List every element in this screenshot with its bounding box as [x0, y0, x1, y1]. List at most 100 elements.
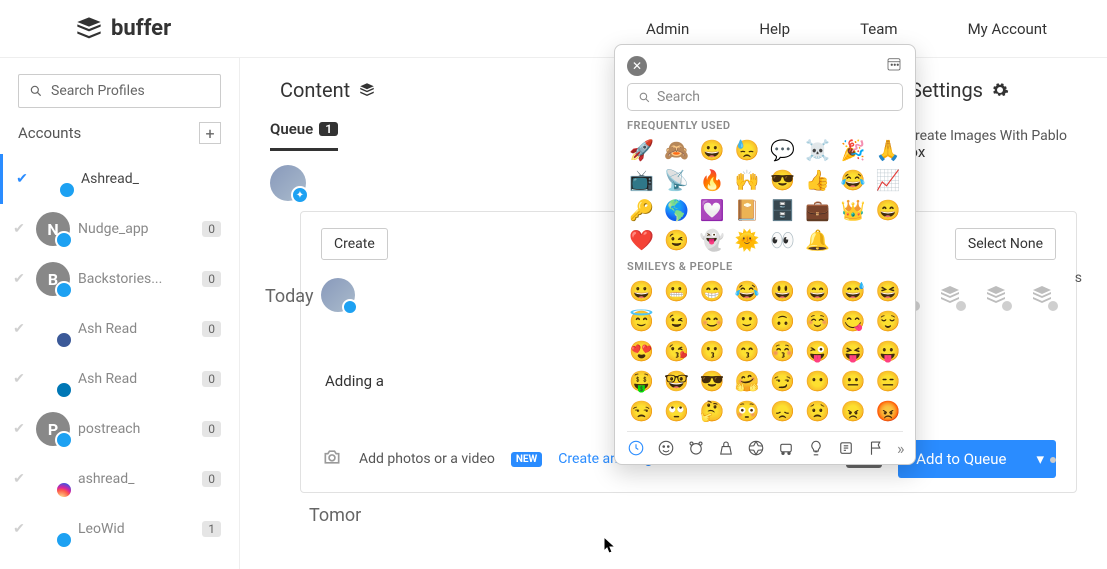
emoji-item[interactable]: 🤑 [627, 369, 656, 393]
emoji-item[interactable]: 🙏 [874, 138, 903, 162]
emoji-item[interactable]: 🙄 [662, 399, 691, 423]
emoji-item[interactable]: 📈 [874, 168, 903, 192]
emoji-item[interactable]: 😂 [839, 168, 868, 192]
emoji-tab-symbols[interactable] [837, 438, 855, 458]
nav-admin[interactable]: Admin [646, 20, 689, 38]
emoji-close-button[interactable]: ✕ [627, 56, 647, 76]
emoji-item[interactable]: 🙂 [733, 309, 762, 333]
emoji-item[interactable]: 😁 [698, 279, 727, 303]
sidebar-account-2[interactable]: ✔BBackstories...0 [0, 254, 239, 304]
emoji-item[interactable]: 😗 [698, 339, 727, 363]
sidebar-account-7[interactable]: ✔LeoWid1 [0, 504, 239, 554]
sidebar-account-4[interactable]: ✔Ash Read0 [0, 354, 239, 404]
emoji-item[interactable]: 👀 [768, 228, 797, 252]
emoji-tab-smileys[interactable] [657, 438, 675, 458]
add-to-queue-button[interactable]: Add to Queue [898, 440, 1024, 478]
emoji-item[interactable]: 😝 [839, 339, 868, 363]
brand-logo[interactable]: buffer [75, 15, 171, 43]
emoji-item[interactable]: 😄 [874, 198, 903, 222]
emoji-item[interactable]: 😂 [733, 279, 762, 303]
sidebar-account-3[interactable]: ✔Ash Read0 [0, 304, 239, 354]
emoji-item[interactable]: 🤗 [733, 369, 762, 393]
emoji-item[interactable]: 👑 [839, 198, 868, 222]
emoji-tab-flags[interactable] [867, 438, 885, 458]
emoji-item[interactable]: 😎 [768, 168, 797, 192]
emoji-item[interactable]: 📔 [733, 198, 762, 222]
create-button[interactable]: Create [321, 228, 388, 260]
emoji-item[interactable]: 😟 [803, 399, 832, 423]
emoji-item[interactable]: 😎 [698, 369, 727, 393]
emoji-item[interactable]: 😙 [733, 339, 762, 363]
emoji-item[interactable]: ☺️ [803, 309, 832, 333]
emoji-item[interactable]: 😡 [874, 399, 903, 423]
emoji-item[interactable]: 😀 [698, 138, 727, 162]
emoji-item[interactable]: 👻 [698, 228, 727, 252]
emoji-item[interactable]: 😉 [662, 309, 691, 333]
nav-team[interactable]: Team [860, 20, 898, 38]
emoji-item[interactable]: 😚 [768, 339, 797, 363]
emoji-item[interactable]: 🎉 [839, 138, 868, 162]
emoji-item[interactable]: 🔥 [698, 168, 727, 192]
emoji-item[interactable]: 😃 [768, 279, 797, 303]
search-profiles-input[interactable]: Search Profiles [18, 74, 221, 108]
emoji-item[interactable]: 😋 [839, 309, 868, 333]
emoji-item[interactable]: 🙃 [768, 309, 797, 333]
emoji-item[interactable]: 😇 [627, 309, 656, 333]
nav-my-account[interactable]: My Account [968, 20, 1047, 38]
emoji-item[interactable]: 😓 [733, 138, 762, 162]
emoji-item[interactable]: 😐 [839, 369, 868, 393]
emoji-item[interactable]: 😞 [768, 399, 797, 423]
network-linkedin[interactable] [982, 281, 1010, 309]
emoji-item[interactable]: 😊 [698, 309, 727, 333]
emoji-tab-recent[interactable] [627, 438, 645, 458]
emoji-item[interactable]: 🤔 [698, 399, 727, 423]
emoji-item[interactable]: 🚀 [627, 138, 656, 162]
emoji-tab-activity[interactable] [747, 438, 765, 458]
emoji-tab-objects[interactable] [807, 438, 825, 458]
add-account-button[interactable]: + [199, 122, 221, 144]
emoji-calendar-icon[interactable] [885, 55, 903, 77]
emoji-item[interactable]: 🙌 [733, 168, 762, 192]
emoji-item[interactable]: 📡 [662, 168, 691, 192]
emoji-item[interactable]: 🗄️ [768, 198, 797, 222]
emoji-item[interactable]: 😉 [662, 228, 691, 252]
camera-icon[interactable] [321, 447, 343, 471]
emoji-item[interactable]: 🌎 [662, 198, 691, 222]
emoji-item[interactable]: 😆 [874, 279, 903, 303]
emoji-item[interactable]: 😳 [733, 399, 762, 423]
emoji-item[interactable]: 💬 [768, 138, 797, 162]
emoji-item[interactable]: 🙈 [662, 138, 691, 162]
sidebar-account-5[interactable]: ✔Ppostreach0 [0, 404, 239, 454]
emoji-item[interactable]: ❤️ [627, 228, 656, 252]
emoji-item[interactable]: 💼 [803, 198, 832, 222]
network-google[interactable] [936, 281, 964, 309]
sidebar-account-1[interactable]: ✔NNudge_app0 [0, 204, 239, 254]
select-none-button[interactable]: Select None [955, 228, 1056, 260]
composer-avatar[interactable] [321, 278, 355, 312]
emoji-item[interactable]: 😍 [627, 339, 656, 363]
sidebar-account-6[interactable]: ✔ashread_0 [0, 454, 239, 504]
emoji-item[interactable]: 😒 [627, 399, 656, 423]
emoji-item[interactable]: ☠️ [803, 138, 832, 162]
emoji-item[interactable]: 👍 [803, 168, 832, 192]
emoji-item[interactable]: 😑 [874, 369, 903, 393]
emoji-tab-food[interactable] [717, 438, 735, 458]
emoji-item[interactable]: 😘 [662, 339, 691, 363]
emoji-item[interactable]: 🌞 [733, 228, 762, 252]
emoji-item[interactable]: 🔔 [803, 228, 832, 252]
emoji-item[interactable]: 😜 [803, 339, 832, 363]
emoji-item[interactable]: 💟 [698, 198, 727, 222]
emoji-item[interactable]: 😅 [839, 279, 868, 303]
network-facebook[interactable] [1028, 281, 1056, 309]
emoji-tab-animals[interactable] [687, 438, 705, 458]
emoji-item[interactable]: 😀 [627, 279, 656, 303]
nav-content[interactable]: Content [280, 78, 376, 102]
nav-settings[interactable]: Settings [910, 78, 1009, 102]
emoji-item[interactable]: 😄 [803, 279, 832, 303]
emoji-item[interactable]: 🔑 [627, 198, 656, 222]
sidebar-account-0[interactable]: ✔Ashread_ [0, 154, 239, 204]
emoji-item[interactable]: 🤓 [662, 369, 691, 393]
emoji-item[interactable]: 😏 [768, 369, 797, 393]
nav-help[interactable]: Help [759, 20, 790, 38]
emoji-tab-more[interactable]: » [897, 438, 905, 458]
